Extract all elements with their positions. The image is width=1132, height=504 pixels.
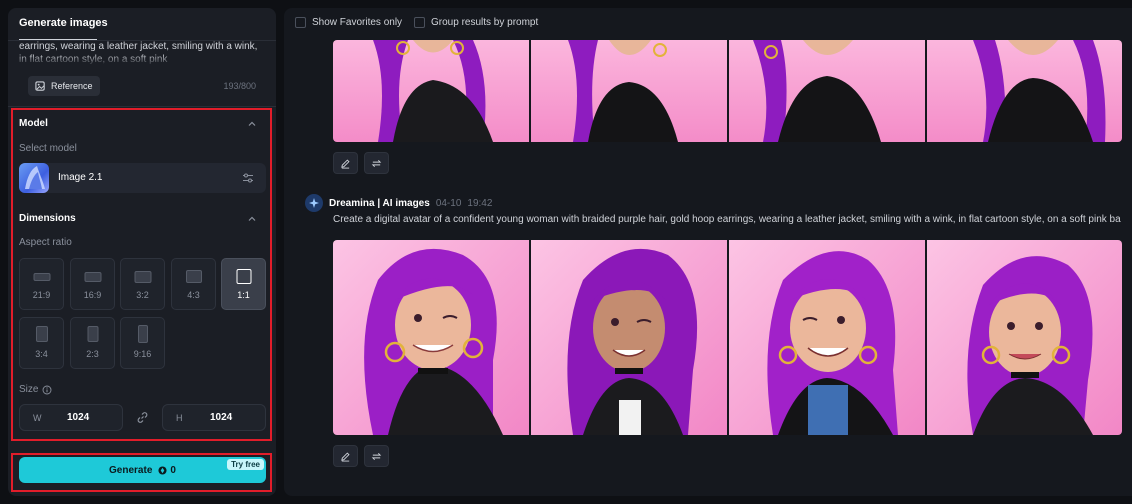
previous-image-4: [927, 40, 1122, 142]
ratio-label: 16:9: [83, 290, 102, 300]
generate-label: Generate: [109, 464, 153, 476]
ratio-label: 1:1: [237, 290, 250, 300]
previous-image-row: [333, 40, 1122, 142]
prompt-fade: [8, 54, 276, 66]
reference-button[interactable]: Reference: [28, 76, 100, 96]
char-count: 193/800: [223, 81, 256, 91]
chevron-up-icon[interactable]: [247, 214, 257, 224]
width-prefix: W: [33, 413, 42, 423]
ratio-label: 4:3: [187, 290, 200, 300]
credit-value: 0: [170, 464, 176, 476]
generated-image-4: [927, 240, 1122, 435]
previous-image-1: [333, 40, 529, 142]
generated-image-3: [729, 240, 925, 435]
app-window: Generate images earrings, wearing a leat…: [0, 0, 1132, 504]
height-field[interactable]: H 1024: [162, 404, 266, 431]
generated-image-row: [333, 240, 1122, 435]
reference-label: Reference: [51, 81, 93, 91]
height-value: 1024: [210, 412, 233, 423]
dimensions-section-title: Dimensions: [19, 213, 76, 224]
generation-prompt: Create a digital avatar of a confident y…: [333, 214, 1121, 225]
chevron-up-icon[interactable]: [247, 119, 257, 129]
show-favorites-checkbox[interactable]: [295, 17, 306, 28]
regenerate-button[interactable]: [364, 152, 389, 174]
ratio-1-1[interactable]: 1:1: [221, 258, 266, 310]
ratio-shape: [185, 270, 202, 283]
ratio-label: 21:9: [32, 290, 51, 300]
aspect-ratio-label: Aspect ratio: [19, 237, 72, 248]
previous-image-3: [729, 40, 925, 142]
results-toolbar: Show Favorites only Group results by pro…: [284, 8, 1132, 36]
ratio-shape: [35, 326, 48, 342]
results-panel: Show Favorites only Group results by pro…: [284, 8, 1132, 496]
generated-images[interactable]: [333, 240, 1122, 435]
regenerate-button[interactable]: [364, 445, 389, 467]
previous-image-2: [531, 40, 727, 142]
ratio-shape: [87, 326, 98, 342]
ratio-9-16[interactable]: 9:16: [120, 317, 165, 369]
edit-icon: [341, 158, 350, 169]
model-section-title: Model: [19, 118, 48, 129]
generated-image-1: [333, 240, 529, 435]
ratio-label: 2:3: [86, 349, 99, 359]
size-label: Size: [19, 384, 52, 395]
reference-icon: [35, 80, 45, 91]
generation-date: 04-10: [435, 197, 462, 209]
ratio-shape: [236, 269, 251, 284]
ratio-3-2[interactable]: 3:2: [120, 258, 165, 310]
width-field[interactable]: W 1024: [19, 404, 123, 431]
ratio-shape: [137, 325, 148, 343]
edit-button[interactable]: [333, 445, 358, 467]
tab-generate-images[interactable]: Generate images: [19, 17, 108, 29]
width-value: 1024: [67, 412, 90, 423]
select-model-label: Select model: [19, 143, 77, 154]
section-divider: [8, 106, 276, 107]
ratio-4-3[interactable]: 4:3: [171, 258, 216, 310]
link-icon[interactable]: [136, 411, 149, 424]
model-thumbnail: [19, 163, 49, 193]
ratio-2-3[interactable]: 2:3: [70, 317, 115, 369]
ratio-shape: [134, 271, 151, 283]
settings-sliders-icon[interactable]: [242, 172, 254, 184]
dreamina-logo-icon: [305, 194, 323, 212]
ratio-3-4[interactable]: 3:4: [19, 317, 64, 369]
edit-button[interactable]: [333, 152, 358, 174]
generation-time: 19:42: [467, 197, 493, 209]
ratio-shape: [84, 272, 101, 282]
ratio-21-9[interactable]: 21:9: [19, 258, 64, 310]
edit-icon: [341, 451, 350, 462]
group-results-checkbox[interactable]: [414, 17, 425, 28]
generated-image-2: [531, 240, 727, 435]
regenerate-icon: [371, 159, 382, 167]
previous-images[interactable]: [333, 40, 1122, 142]
credit-icon: [158, 465, 167, 475]
model-name: Image 2.1: [58, 172, 103, 183]
group-results-label[interactable]: Group results by prompt: [431, 17, 538, 28]
info-icon[interactable]: [42, 385, 52, 395]
generate-button[interactable]: Generate 0 Try free: [19, 457, 266, 483]
generation-header: Dreamina | AI images 04-10 19:42: [305, 194, 492, 212]
height-prefix: H: [176, 413, 183, 423]
ratio-label: 9:16: [133, 349, 152, 359]
ratio-label: 3:2: [136, 290, 149, 300]
ratio-16-9[interactable]: 16:9: [70, 258, 115, 310]
size-label-text: Size: [19, 384, 39, 395]
app-name: Dreamina | AI images: [329, 197, 430, 209]
model-selector[interactable]: Image 2.1: [19, 163, 266, 193]
regenerate-icon: [371, 452, 382, 460]
show-favorites-label[interactable]: Show Favorites only: [312, 17, 402, 28]
credit-count: 0: [158, 465, 176, 476]
ratio-shape: [33, 273, 50, 281]
ratio-label: 3:4: [35, 349, 48, 359]
try-free-badge: Try free: [227, 459, 264, 470]
